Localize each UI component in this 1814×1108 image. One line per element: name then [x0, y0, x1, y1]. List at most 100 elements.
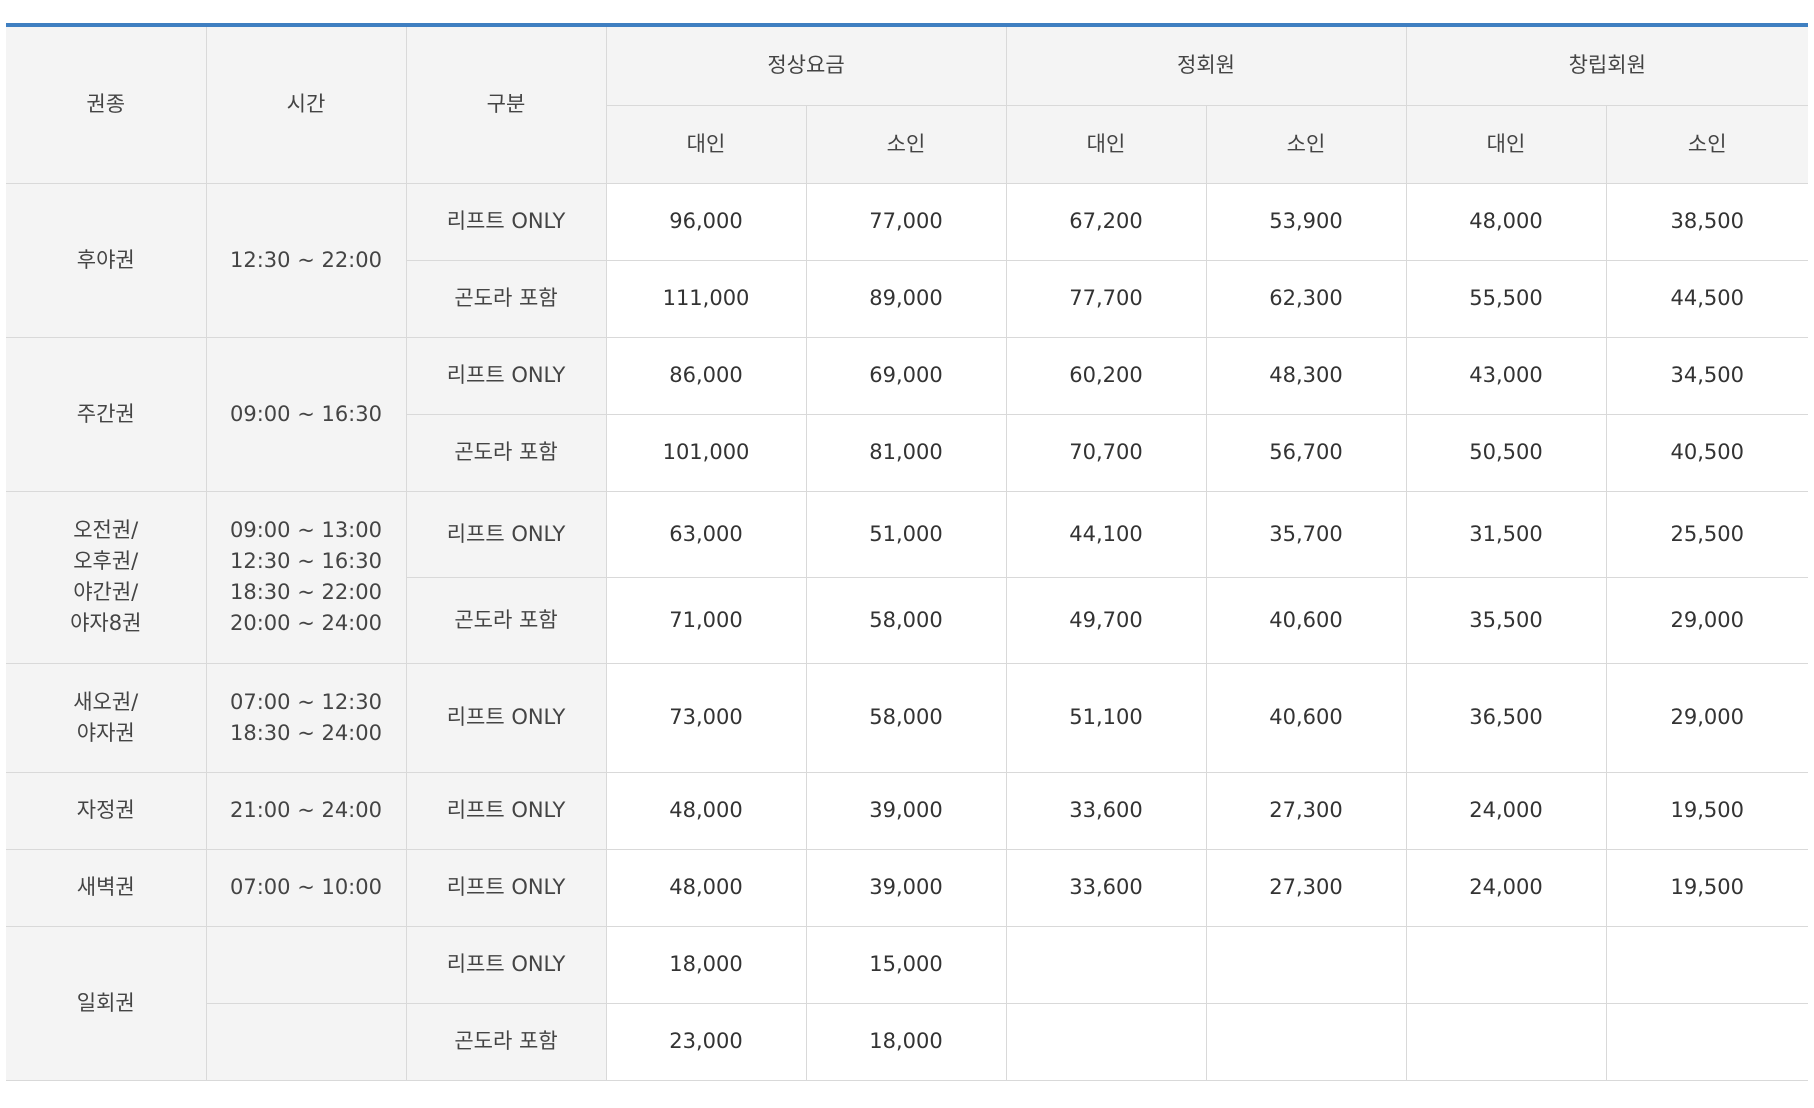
ticket-category: 리프트 ONLY: [405, 182, 607, 261]
ticket-name-line: 야자권: [76, 720, 135, 745]
ticket-time: 09:00 ~ 13:00 12:30 ~ 16:30 18:30 ~ 22:0…: [205, 490, 407, 664]
price-cell: 81,000: [805, 413, 1007, 492]
price-cell: 58,000: [805, 576, 1007, 664]
header-ticket-type: 권종: [6, 27, 207, 184]
price-cell: 86,000: [605, 336, 807, 415]
ticket-name-line: 오전권/: [73, 518, 139, 542]
table-row: 오전권/ 오후권/ 야간권/ 야자8권 09:00 ~ 13:00 12:30 …: [6, 490, 1808, 664]
price-cell: 27,300: [1205, 771, 1407, 850]
table-row: 새오권/ 야자권 07:00 ~ 12:30 18:30 ~ 24:00 리프트…: [6, 662, 1808, 773]
header-category: 구분: [405, 27, 607, 184]
price-cell: 24,000: [1405, 771, 1607, 850]
price-cell: 23,000: [605, 1002, 807, 1081]
header-regular-adult: 대인: [606, 104, 807, 184]
price-cell: 53,900: [1205, 182, 1407, 261]
price-cell: 77,000: [805, 182, 1007, 261]
header-regular-price: 정상요금: [605, 27, 1007, 106]
empty-cell: [1605, 925, 1808, 1004]
price-cell: 111,000: [605, 259, 807, 338]
price-cell: 44,500: [1605, 259, 1808, 338]
price-cell: 69,000: [805, 336, 1007, 415]
ticket-category: 곤도라 포함: [406, 259, 607, 338]
price-cell: 27,300: [1205, 848, 1407, 927]
price-cell: 77,700: [1005, 259, 1207, 338]
ticket-time: 07:00 ~ 10:00: [205, 848, 407, 927]
price-cell: 18,000: [805, 1002, 1007, 1081]
price-cell: 70,700: [1005, 413, 1207, 492]
ticket-category: 리프트 ONLY: [405, 662, 607, 773]
price-cell: 51,100: [1005, 662, 1207, 773]
price-cell: 40,600: [1205, 662, 1407, 773]
price-cell: 48,000: [1405, 182, 1607, 261]
table-row: 후야권 12:30 ~ 22:00 리프트 ONLY 96,000 77,000…: [6, 182, 1808, 338]
price-cell: 63,000: [605, 490, 807, 578]
price-cell: 55,500: [1405, 259, 1607, 338]
price-table-container: 권종 시간 구분 정상요금 정회원 창립회원 대인 소인 대인 소인 대인 소인…: [6, 23, 1808, 1081]
ticket-time-line: 20:00 ~ 24:00: [230, 611, 382, 635]
price-cell: 89,000: [805, 259, 1007, 338]
table-row: 새벽권 07:00 ~ 10:00 리프트 ONLY 48,000 39,000…: [6, 848, 1808, 927]
ticket-name-line: 오후권/: [73, 549, 139, 573]
ticket-time-line: 07:00 ~ 12:30: [230, 689, 382, 714]
ticket-name-line: 야자8권: [70, 611, 142, 635]
price-cell: 71,000: [605, 576, 807, 664]
ticket-name: 일회권: [6, 925, 207, 1081]
ticket-time-line: 12:30 ~ 16:30: [230, 549, 382, 573]
header-row-top: 권종 시간 구분 정상요금 정회원 창립회원: [6, 27, 1808, 184]
price-cell: 31,500: [1405, 490, 1607, 578]
price-cell: 34,500: [1605, 336, 1808, 415]
ticket-category: 곤도라 포함: [406, 576, 607, 664]
header-member-adult: 대인: [1005, 104, 1207, 184]
price-cell: 67,200: [1005, 182, 1207, 261]
ticket-time-line: 09:00 ~ 13:00: [230, 518, 382, 542]
table-row: 일회권 리프트 ONLY 18,000 15,000: [6, 925, 1808, 1081]
price-cell: 36,500: [1405, 662, 1607, 773]
price-cell: 39,000: [805, 771, 1007, 850]
header-founding-adult: 대인: [1405, 104, 1607, 184]
header-member-child: 소인: [1205, 104, 1407, 184]
ticket-name: 새오권/ 야자권: [6, 662, 207, 773]
ticket-category: 곤도라 포함: [405, 1002, 607, 1081]
table-row: 자정권 21:00 ~ 24:00 리프트 ONLY 48,000 39,000…: [6, 771, 1808, 850]
price-cell: 62,300: [1205, 259, 1407, 338]
ticket-name: 후야권: [6, 182, 207, 338]
price-cell: 33,600: [1005, 848, 1207, 927]
empty-cell: [1405, 925, 1607, 1004]
price-cell: 50,500: [1405, 413, 1607, 492]
ticket-category: 리프트 ONLY: [405, 771, 607, 850]
ticket-category: 리프트 ONLY: [405, 490, 607, 578]
ticket-time: 07:00 ~ 12:30 18:30 ~ 24:00: [205, 662, 407, 773]
price-cell: 96,000: [605, 182, 807, 261]
ticket-time-empty: [205, 925, 407, 1004]
ticket-category: 리프트 ONLY: [405, 925, 607, 1004]
price-cell: 48,000: [605, 848, 807, 927]
price-cell: 48,300: [1205, 336, 1407, 415]
empty-cell: [1005, 1002, 1207, 1081]
price-cell: 40,600: [1205, 576, 1407, 664]
empty-cell: [1205, 1002, 1407, 1081]
header-member-price: 정회원: [1005, 27, 1407, 106]
ticket-time: 12:30 ~ 22:00: [205, 182, 407, 338]
ticket-name: 자정권: [6, 771, 207, 850]
ticket-name: 오전권/ 오후권/ 야간권/ 야자8권: [6, 490, 207, 664]
header-founding-member-price: 창립회원: [1405, 27, 1808, 106]
price-cell: 18,000: [605, 925, 807, 1004]
price-cell: 25,500: [1605, 490, 1808, 578]
price-cell: 29,000: [1605, 576, 1808, 664]
ticket-time: 09:00 ~ 16:30: [205, 336, 407, 492]
price-cell: 73,000: [605, 662, 807, 773]
table-row: 곤도라 포함 23,000 18,000: [6, 1002, 1808, 1081]
price-cell: 101,000: [605, 413, 807, 492]
price-cell: 40,500: [1605, 413, 1808, 492]
ticket-time-empty: [206, 1002, 407, 1081]
header-time: 시간: [205, 27, 407, 184]
header-founding-child: 소인: [1605, 104, 1808, 184]
price-cell: 58,000: [805, 662, 1007, 773]
price-cell: 24,000: [1405, 848, 1607, 927]
price-cell: 33,600: [1005, 771, 1207, 850]
price-cell: 15,000: [805, 925, 1007, 1004]
price-cell: 43,000: [1405, 336, 1607, 415]
table-row: 주간권 09:00 ~ 16:30 리프트 ONLY 86,000 69,000…: [6, 336, 1808, 492]
ticket-name: 주간권: [6, 336, 207, 492]
empty-cell: [1405, 1002, 1607, 1081]
